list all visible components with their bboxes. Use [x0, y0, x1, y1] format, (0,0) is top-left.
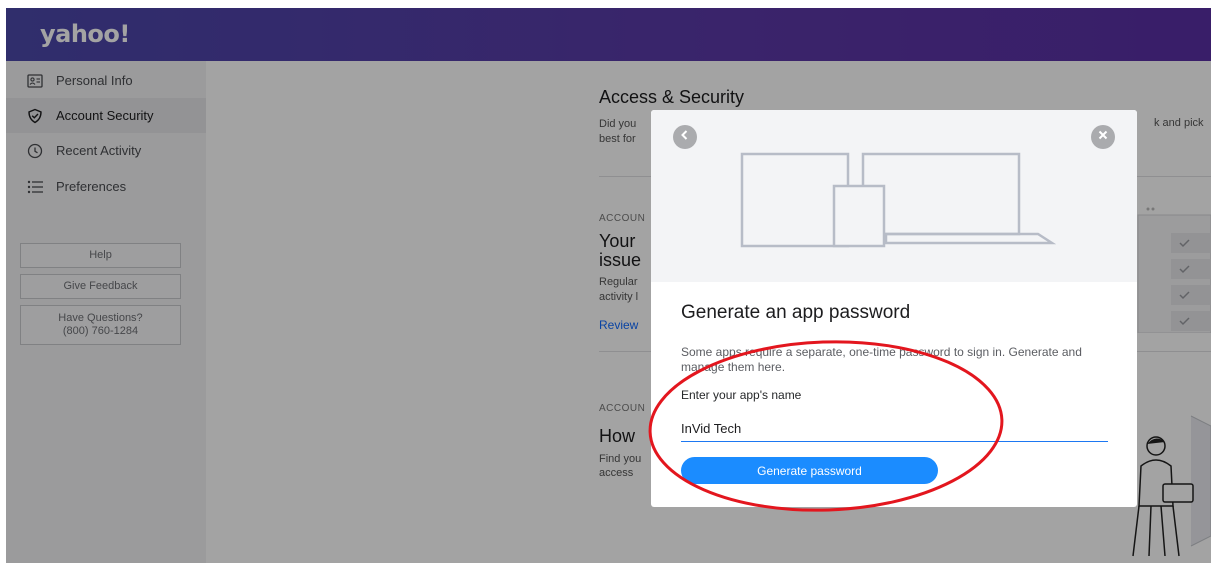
close-button[interactable] — [1091, 125, 1115, 149]
devices-illustration-panel — [651, 110, 1137, 282]
app-password-dialog: Generate an app password Some apps requi… — [651, 110, 1137, 507]
dialog-description: Some apps require a separate, one-time p… — [681, 345, 1082, 374]
app-name-label: Enter your app's name — [681, 388, 802, 402]
dialog-title: Generate an app password — [681, 302, 911, 323]
chevron-left-icon — [679, 128, 691, 146]
devices-illustration — [740, 152, 1056, 248]
browser-frame: yahoo! Personal Info Account Security Re… — [6, 8, 1211, 563]
back-button[interactable] — [673, 125, 697, 149]
generate-password-button[interactable]: Generate password — [681, 457, 938, 484]
close-icon — [1097, 128, 1109, 146]
app-name-input[interactable] — [681, 416, 1108, 442]
